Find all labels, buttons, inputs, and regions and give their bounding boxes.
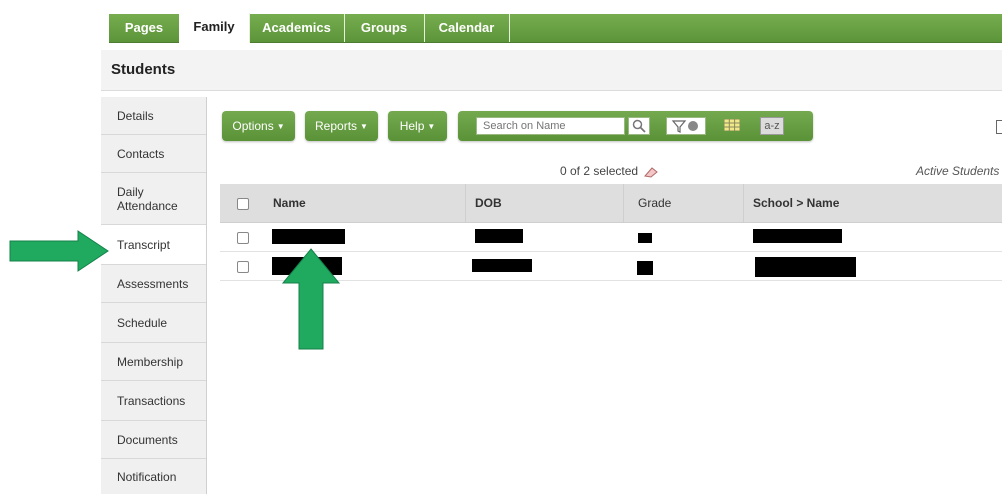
sidebar-item-label: Details bbox=[117, 108, 154, 123]
arrow-up-annotation-icon bbox=[281, 248, 341, 350]
redacted-grade bbox=[637, 261, 653, 275]
reports-button[interactable]: Reports ▼ bbox=[305, 111, 378, 141]
sidebar-item-label: Contacts bbox=[117, 146, 165, 161]
redacted-school bbox=[753, 229, 842, 243]
column-header-dob[interactable]: DOB bbox=[475, 196, 502, 210]
column-divider bbox=[743, 184, 744, 222]
tab-academics[interactable]: Academics bbox=[249, 14, 345, 42]
select-all-checkbox[interactable] bbox=[237, 198, 249, 210]
help-button[interactable]: Help ▼ bbox=[388, 111, 447, 141]
tab-pages[interactable]: Pages bbox=[109, 14, 180, 42]
tab-calendar[interactable]: Calendar bbox=[424, 14, 510, 42]
column-header-grade[interactable]: Grade bbox=[638, 196, 671, 210]
table-header: Name DOB Grade School > Name bbox=[220, 184, 1002, 223]
eraser-icon[interactable] bbox=[643, 166, 659, 178]
tab-family[interactable]: Family bbox=[179, 13, 250, 43]
sidebar-item-contacts[interactable]: Contacts bbox=[101, 135, 206, 173]
grid-view-icon[interactable] bbox=[721, 117, 743, 135]
sidebar-item-documents[interactable]: Documents bbox=[101, 421, 206, 459]
row-checkbox[interactable] bbox=[237, 261, 249, 273]
column-header-school-name[interactable]: School > Name bbox=[753, 196, 839, 210]
page-icon[interactable] bbox=[996, 120, 1002, 134]
sidebar-item-label: Transactions bbox=[117, 393, 186, 408]
filter-label[interactable]: Active Students bbox=[916, 164, 999, 178]
search-input[interactable] bbox=[476, 117, 625, 135]
column-header-name[interactable]: Name bbox=[273, 196, 306, 210]
selection-count: 0 of 2 selected bbox=[560, 164, 639, 178]
sidebar-item-daily-attendance[interactable]: Daily Attendance bbox=[101, 173, 206, 225]
sidebar-item-assessments[interactable]: Assessments bbox=[101, 265, 206, 303]
sidebar-item-label: Daily Attendance bbox=[117, 184, 178, 213]
column-divider bbox=[623, 184, 624, 222]
sidebar-item-membership[interactable]: Membership bbox=[101, 343, 206, 381]
top-nav-tabs: Pages Family Academics Groups Calendar bbox=[109, 13, 1002, 43]
tab-groups[interactable]: Groups bbox=[344, 14, 425, 42]
sidebar-item-schedule[interactable]: Schedule bbox=[101, 303, 206, 343]
page-header: Students bbox=[101, 50, 1002, 91]
sidebar-item-label: Assessments bbox=[117, 276, 189, 291]
redacted-school bbox=[755, 257, 856, 277]
sort-az-icon[interactable]: a-z bbox=[760, 117, 784, 135]
selection-status: 0 of 2 selected bbox=[560, 164, 659, 178]
options-button[interactable]: Options ▼ bbox=[222, 111, 295, 141]
sidebar-item-label: Transcript bbox=[117, 237, 170, 252]
arrow-right-annotation-icon bbox=[9, 230, 109, 272]
options-label: Options bbox=[232, 119, 274, 133]
sidebar-item-label: Notification bbox=[117, 469, 177, 484]
search-icon[interactable] bbox=[628, 117, 650, 135]
sidebar-item-notification[interactable]: Notification bbox=[101, 459, 206, 494]
caret-down-icon: ▼ bbox=[427, 121, 436, 131]
row-checkbox[interactable] bbox=[237, 232, 249, 244]
redacted-name[interactable] bbox=[272, 229, 345, 244]
sidebar-item-transactions[interactable]: Transactions bbox=[101, 381, 206, 421]
page-title: Students bbox=[111, 61, 176, 78]
redacted-grade bbox=[638, 233, 652, 243]
filter-icon[interactable] bbox=[666, 117, 706, 135]
sidebar-item-details[interactable]: Details bbox=[101, 97, 206, 135]
caret-down-icon: ▼ bbox=[360, 121, 368, 131]
reports-label: Reports bbox=[315, 119, 358, 133]
redacted-dob bbox=[475, 229, 523, 243]
help-label: Help bbox=[399, 119, 425, 133]
sidebar-item-label: Schedule bbox=[117, 315, 168, 330]
search-toolbar: a-z bbox=[458, 111, 813, 141]
redacted-dob bbox=[472, 259, 532, 272]
sidebar-item-label: Membership bbox=[117, 354, 184, 369]
sidebar-item-transcript[interactable]: Transcript bbox=[101, 225, 206, 265]
sidebar: Details Contacts Daily Attendance Transc… bbox=[101, 97, 207, 494]
caret-down-icon: ▼ bbox=[276, 121, 285, 131]
column-divider bbox=[465, 184, 466, 222]
sidebar-item-label: Documents bbox=[117, 432, 178, 447]
